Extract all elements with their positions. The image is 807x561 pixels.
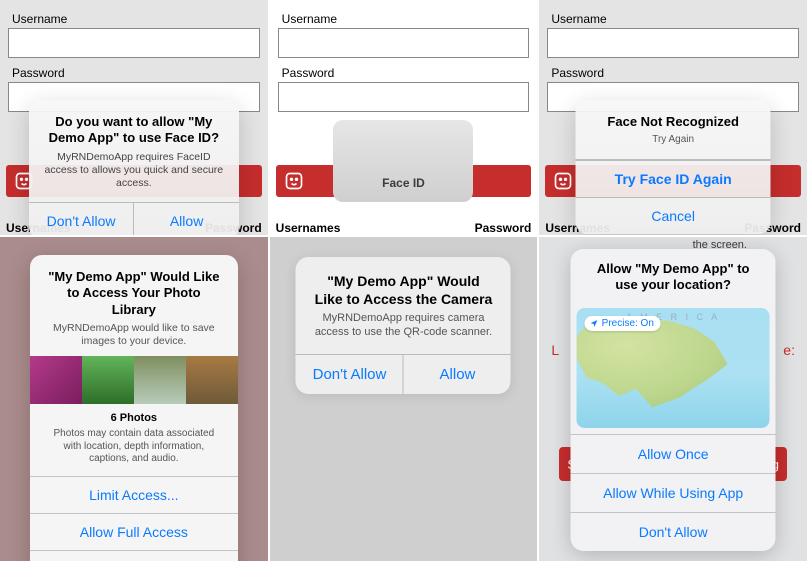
photo-library-alert: "My Demo App" Would Like to Access Your … xyxy=(30,255,238,561)
alert-body: MyRNDemoApp would like to save images to… xyxy=(46,322,222,348)
allow-full-access-button[interactable]: Allow Full Access xyxy=(30,513,238,550)
alert-title: Do you want to allow "My Demo App" to us… xyxy=(43,114,225,147)
photo-count: 6 Photos xyxy=(30,404,238,428)
location-map[interactable]: A M E R I C A Precise: On xyxy=(577,308,770,428)
biometric-icon xyxy=(282,169,306,193)
username-field[interactable] xyxy=(278,28,530,58)
cell-faceid-permission: Username Password Usernames Password Do … xyxy=(0,0,268,235)
thumbnail xyxy=(30,356,82,404)
faceid-permission-alert: Do you want to allow "My Demo App" to us… xyxy=(29,100,239,235)
try-face-id-again-button[interactable]: Try Face ID Again xyxy=(576,160,771,197)
password-label: Password xyxy=(551,66,795,80)
alert-body: MyRNDemoApp requires camera access to us… xyxy=(314,312,493,340)
username-field[interactable] xyxy=(8,28,260,58)
dont-allow-button[interactable]: Don't Allow xyxy=(571,512,776,551)
alert-title: Allow "My Demo App" to use your location… xyxy=(587,261,760,294)
screenshots-grid: Username Password Usernames Password Do … xyxy=(0,0,807,559)
camera-alert: "My Demo App" Would Like to Access the C… xyxy=(296,257,511,394)
username-label: Username xyxy=(12,12,256,26)
photo-meta: Photos may contain data associated with … xyxy=(30,428,238,476)
dont-allow-button[interactable]: Don't Allow xyxy=(30,550,238,561)
cell-faceid-progress: Username Password Usernames Password Fac… xyxy=(270,0,538,235)
location-alert: Allow "My Demo App" to use your location… xyxy=(571,249,776,551)
precise-toggle[interactable]: Precise: On xyxy=(585,316,661,331)
alert-subtitle: Try Again xyxy=(590,134,757,147)
thumbnail xyxy=(186,356,238,404)
bg-red-right: e: xyxy=(783,342,795,358)
cancel-button[interactable]: Cancel xyxy=(576,197,771,234)
thumbnail xyxy=(134,356,186,404)
cell-photo-library: "My Demo App" Would Like to Access Your … xyxy=(0,237,268,561)
faceid-progress-box: Face ID xyxy=(333,120,473,202)
allow-while-using-button[interactable]: Allow While Using App xyxy=(571,473,776,512)
label-password: Password xyxy=(475,221,532,235)
allow-once-button[interactable]: Allow Once xyxy=(571,434,776,473)
cell-camera: "My Demo App" Would Like to Access the C… xyxy=(270,237,538,561)
password-label: Password xyxy=(282,66,526,80)
username-field[interactable] xyxy=(547,28,799,58)
map-land-icon xyxy=(577,318,741,412)
allow-button[interactable]: Allow xyxy=(403,355,511,394)
username-label: Username xyxy=(282,12,526,26)
alert-title: "My Demo App" Would Like to Access Your … xyxy=(46,269,222,318)
password-label: Password xyxy=(12,66,256,80)
dont-allow-button[interactable]: Don't Allow xyxy=(29,203,134,235)
bg-red-left: L xyxy=(551,342,559,358)
cell-location: the screen. You can u L e: Sta ving Allo… xyxy=(539,237,807,561)
label-usernames: Usernames xyxy=(276,221,341,235)
thumbnail xyxy=(82,356,134,404)
faceid-progress-label: Face ID xyxy=(382,176,425,190)
alert-body: MyRNDemoApp requires FaceID access to al… xyxy=(43,151,225,190)
photo-thumbnails xyxy=(30,356,238,404)
allow-button[interactable]: Allow xyxy=(133,203,239,235)
dont-allow-button[interactable]: Don't Allow xyxy=(296,355,403,394)
alert-title: Face Not Recognized xyxy=(590,114,757,130)
precise-label: Precise: On xyxy=(602,318,654,329)
location-arrow-icon xyxy=(590,319,599,328)
face-not-recognized-alert: Face Not Recognized Try Again Try Face I… xyxy=(576,100,771,234)
bottom-labels: Usernames Password xyxy=(276,221,532,235)
alert-title: "My Demo App" Would Like to Access the C… xyxy=(314,273,493,308)
username-label: Username xyxy=(551,12,795,26)
limit-access-button[interactable]: Limit Access... xyxy=(30,476,238,513)
biometric-icon xyxy=(551,169,575,193)
cell-face-not-recognized: Username Password Usernames Password Fac… xyxy=(539,0,807,235)
password-field[interactable] xyxy=(278,82,530,112)
